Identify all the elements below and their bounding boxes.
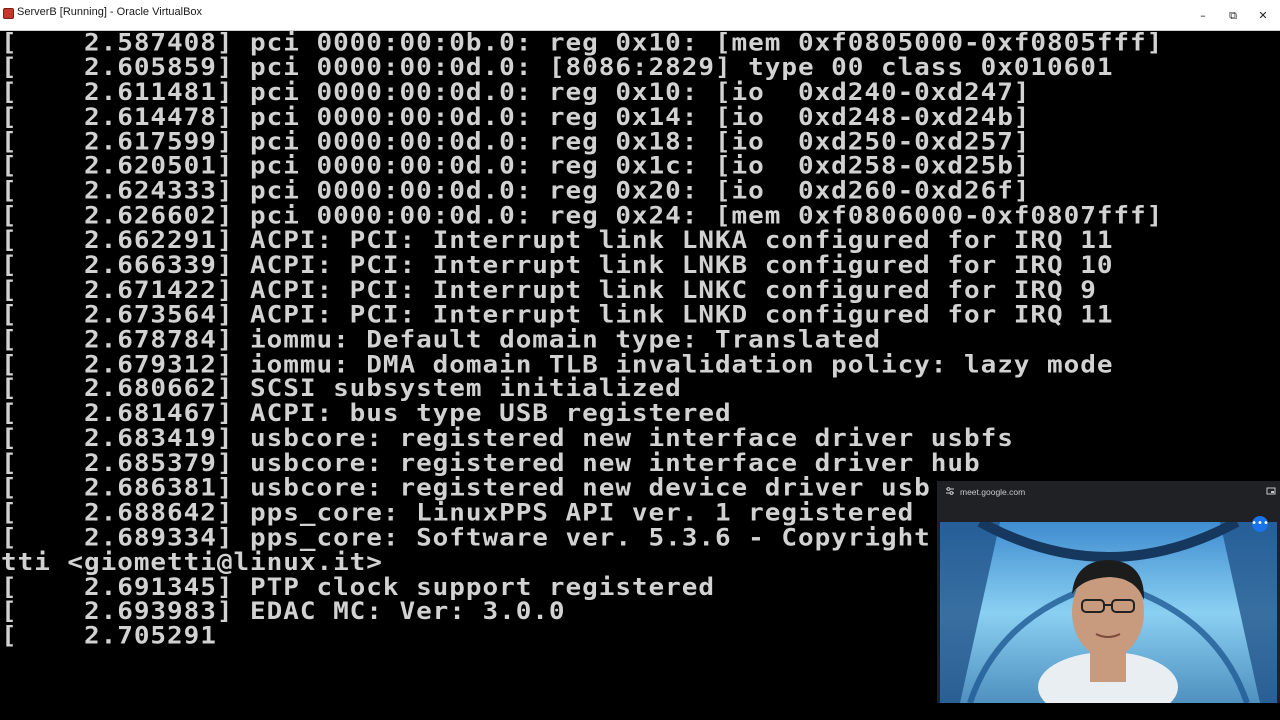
console-line: [ 2.673564] ACPI: PCI: Interrupt link LN… <box>1 301 1114 329</box>
popout-icon[interactable] <box>1266 486 1276 496</box>
console-line: [ 2.620501] pci 0000:00:0d.0: reg 0x1c: … <box>1 152 1031 181</box>
meet-pip-header: meet.google.com <box>937 481 1280 503</box>
meet-url-label: meet.google.com <box>960 487 1026 497</box>
console-line: [ 2.614478] pci 0000:00:0d.0: reg 0x14: … <box>1 103 1031 131</box>
console-line: [ 2.662291] ACPI: PCI: Interrupt link LN… <box>1 227 1114 255</box>
console-line: [ 2.671422] ACPI: PCI: Interrupt link LN… <box>1 276 1097 305</box>
more-options-icon[interactable]: ••• <box>1251 516 1269 532</box>
console-line: [ 2.679312] iommu: DMA domain TLB invali… <box>1 350 1114 379</box>
meet-pip-window[interactable]: meet.google.com ••• <box>937 481 1280 703</box>
participant-video <box>940 522 1277 703</box>
settings-sliders-icon[interactable] <box>945 486 955 496</box>
console-line: [ 2.685379] usbcore: registered new inte… <box>1 449 981 478</box>
console-line: [ 2.681467] ACPI: bus type USB registere… <box>1 400 732 428</box>
console-line: [ 2.626602] pci 0000:00:0d.0: reg 0x24: … <box>1 202 1164 230</box>
title-bar[interactable]: ServerB [Running] - Oracle VirtualBox – … <box>0 0 1280 31</box>
minimize-button[interactable]: – <box>1188 0 1218 31</box>
virtualbox-app-icon <box>3 8 14 19</box>
restore-button[interactable]: ⧉ <box>1218 0 1248 31</box>
console-line: [ 2.678784] iommu: Default domain type: … <box>1 326 881 354</box>
console-line: [ 2.666339] ACPI: PCI: Interrupt link LN… <box>1 251 1114 280</box>
console-line: [ 2.605859] pci 0000:00:0d.0: [8086:2829… <box>1 53 1114 82</box>
console-line: [ 2.624333] pci 0000:00:0d.0: reg 0x20: … <box>1 177 1031 206</box>
console-line: [ 2.587408] pci 0000:00:0b.0: reg 0x10: … <box>1 31 1164 57</box>
window-title: ServerB [Running] - Oracle VirtualBox <box>17 6 203 18</box>
console-line: [ 2.680662] SCSI subsystem initialized <box>1 375 682 404</box>
console-line: [ 2.611481] pci 0000:00:0d.0: reg 0x10: … <box>1 78 1031 107</box>
console-line: [ 2.617599] pci 0000:00:0d.0: reg 0x18: … <box>1 128 1031 156</box>
console-line: [ 2.683419] usbcore: registered new inte… <box>1 424 1014 453</box>
close-button[interactable]: ✕ <box>1248 0 1278 31</box>
video-frame-illustration <box>940 522 1277 703</box>
